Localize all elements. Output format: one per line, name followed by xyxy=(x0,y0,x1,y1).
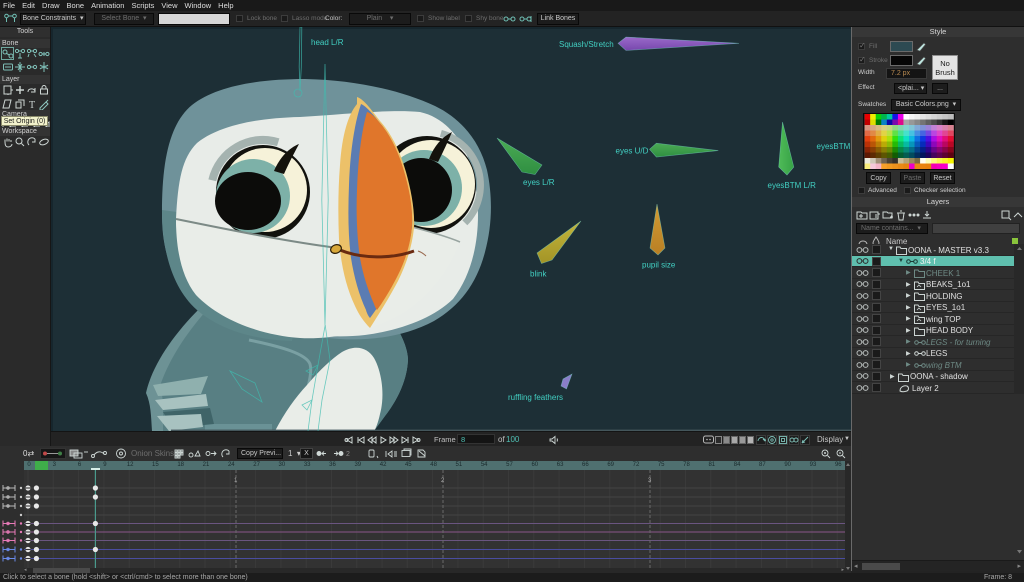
svg-text:pupil size: pupil size xyxy=(642,261,676,270)
svg-text:head L/R: head L/R xyxy=(311,38,344,47)
svg-text:eyes L/R: eyes L/R xyxy=(523,178,555,187)
svg-text:eyes U/D: eyes U/D xyxy=(616,147,649,156)
svg-text:Squash/Stretch: Squash/Stretch xyxy=(559,40,614,49)
svg-text:eyesBTM L/R: eyesBTM L/R xyxy=(768,181,817,190)
svg-text:3: 3 xyxy=(648,478,652,484)
svg-text:T: T xyxy=(29,100,35,110)
svg-text:2: 2 xyxy=(346,451,350,458)
svg-text:ruffling feathers: ruffling feathers xyxy=(508,393,563,402)
svg-text:eyesBTM L: eyesBTM L xyxy=(817,142,852,151)
svg-text:blink: blink xyxy=(530,270,547,279)
svg-text:2: 2 xyxy=(441,478,445,484)
svg-text:1: 1 xyxy=(234,478,238,484)
